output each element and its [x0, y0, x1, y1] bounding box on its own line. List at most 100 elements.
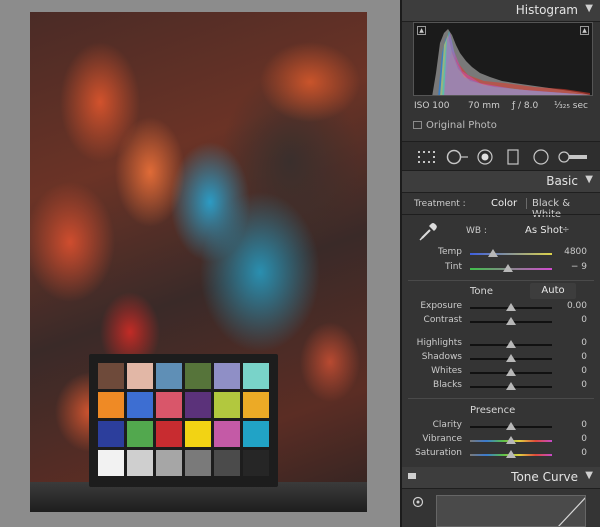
exif-shutter: ¹⁄₃₂₅ sec — [554, 101, 588, 111]
separator — [408, 398, 594, 399]
shadows-slider-thumb[interactable] — [506, 354, 516, 362]
exposure-label: Exposure — [420, 301, 462, 311]
saturation-value[interactable]: 0 — [547, 448, 587, 458]
checker-patch — [156, 392, 182, 418]
checker-patch — [98, 363, 124, 389]
treatment-row: Treatment : Color Black & White — [402, 193, 600, 220]
vibrance-value[interactable]: 0 — [547, 434, 587, 444]
wb-value[interactable]: As Shot — [525, 225, 563, 236]
exif-focal-length: 70 mm — [468, 101, 500, 111]
tint-label: Tint — [445, 262, 462, 272]
checker-patch — [127, 392, 153, 418]
saturation-label: Saturation — [415, 448, 462, 458]
checker-patch — [98, 421, 124, 447]
basic-title: Basic — [546, 174, 578, 188]
checker-patch — [127, 363, 153, 389]
temp-label: Temp — [438, 247, 462, 257]
photo-viewport[interactable] — [0, 0, 400, 527]
tint-value[interactable]: − 9 — [547, 262, 587, 272]
tone-curve-header[interactable]: Tone Curve ▼ — [402, 467, 600, 489]
panel-toggle-icon[interactable] — [408, 473, 416, 479]
highlights-slider-thumb[interactable] — [506, 340, 516, 348]
tone-title: Tone — [470, 286, 494, 297]
vibrance-label: Vibrance — [422, 434, 462, 444]
whites-value[interactable]: 0 — [547, 366, 587, 376]
checker-patch — [243, 363, 269, 389]
basic-header[interactable]: Basic ▼ — [402, 171, 600, 193]
treatment-color-option[interactable]: Color — [491, 198, 517, 209]
adjustment-brush-icon[interactable] — [558, 149, 588, 165]
red-eye-icon[interactable] — [476, 149, 494, 165]
exif-iso: ISO 100 — [414, 101, 450, 111]
blacks-slider-thumb[interactable] — [506, 382, 516, 390]
graduated-filter-icon[interactable] — [506, 149, 520, 165]
checker-patch — [214, 421, 240, 447]
collapse-triangle-icon[interactable]: ▼ — [585, 470, 593, 481]
tone-curve-title: Tone Curve — [511, 470, 578, 484]
tool-strip — [402, 141, 600, 171]
checker-patch — [214, 363, 240, 389]
checker-patch — [185, 363, 211, 389]
checker-patch — [127, 450, 153, 476]
checker-patch — [98, 450, 124, 476]
clarity-value[interactable]: 0 — [547, 420, 587, 430]
auto-tone-button[interactable]: Auto — [530, 283, 576, 299]
checker-grid — [98, 363, 271, 476]
checker-patch — [243, 392, 269, 418]
checker-patch — [185, 450, 211, 476]
blacks-label: Blacks — [432, 380, 462, 390]
checker-patch — [214, 450, 240, 476]
temp-slider-track[interactable] — [470, 253, 552, 255]
vibrance-slider-thumb[interactable] — [506, 436, 516, 444]
original-photo-label: Original Photo — [426, 120, 497, 131]
tone-curve-line — [558, 497, 585, 526]
exposure-slider-thumb[interactable] — [506, 303, 516, 311]
contrast-slider-thumb[interactable] — [506, 317, 516, 325]
histogram-header[interactable]: Histogram ▼ — [402, 0, 600, 22]
collapse-triangle-icon[interactable]: ▼ — [585, 174, 593, 185]
histogram-title: Histogram — [515, 3, 578, 17]
checker-patch — [243, 421, 269, 447]
original-photo-checkbox[interactable] — [413, 121, 422, 129]
exif-aperture: ƒ / 8.0 — [512, 101, 539, 111]
checker-patch — [185, 392, 211, 418]
treatment-divider — [526, 198, 527, 209]
presence-title: Presence — [470, 405, 516, 416]
saturation-slider-thumb[interactable] — [506, 450, 516, 458]
original-photo-toggle[interactable]: Original Photo — [413, 120, 497, 131]
checker-patch — [127, 421, 153, 447]
clarity-label: Clarity — [432, 420, 462, 430]
white-balance-eyedropper-icon[interactable] — [418, 220, 440, 242]
highlights-label: Highlights — [416, 338, 462, 348]
tone-curve-graph[interactable] — [436, 495, 586, 527]
exposure-value[interactable]: 0.00 — [547, 301, 587, 311]
checker-patch — [185, 421, 211, 447]
contrast-value[interactable]: 0 — [547, 315, 587, 325]
checker-patch — [243, 450, 269, 476]
treatment-bw-option[interactable]: Black & White — [532, 198, 600, 220]
treatment-label: Treatment : — [414, 199, 466, 209]
separator — [408, 280, 594, 281]
blacks-value[interactable]: 0 — [547, 380, 587, 390]
temp-slider-thumb[interactable] — [488, 249, 498, 257]
collapse-triangle-icon[interactable]: ▼ — [585, 3, 593, 14]
wb-dropdown-icon[interactable]: ÷ — [562, 225, 570, 235]
tint-slider-thumb[interactable] — [503, 264, 513, 272]
wb-label: WB : — [466, 226, 487, 236]
checker-patch — [156, 450, 182, 476]
color-checker-chart — [89, 354, 278, 487]
temp-value[interactable]: 4800 — [547, 247, 587, 257]
separator — [402, 214, 600, 215]
histogram-chart — [432, 29, 590, 95]
whites-label: Whites — [431, 366, 462, 376]
spot-removal-icon[interactable] — [445, 149, 469, 165]
whites-slider-thumb[interactable] — [506, 368, 516, 376]
crop-overlay-icon[interactable] — [416, 149, 436, 165]
histogram-graph[interactable]: ▲ ▲ — [413, 22, 593, 96]
clarity-slider-thumb[interactable] — [506, 422, 516, 430]
highlights-value[interactable]: 0 — [547, 338, 587, 348]
contrast-label: Contrast — [423, 315, 462, 325]
target-adjustment-icon[interactable] — [412, 496, 424, 508]
shadows-value[interactable]: 0 — [547, 352, 587, 362]
radial-filter-icon[interactable] — [532, 149, 550, 165]
